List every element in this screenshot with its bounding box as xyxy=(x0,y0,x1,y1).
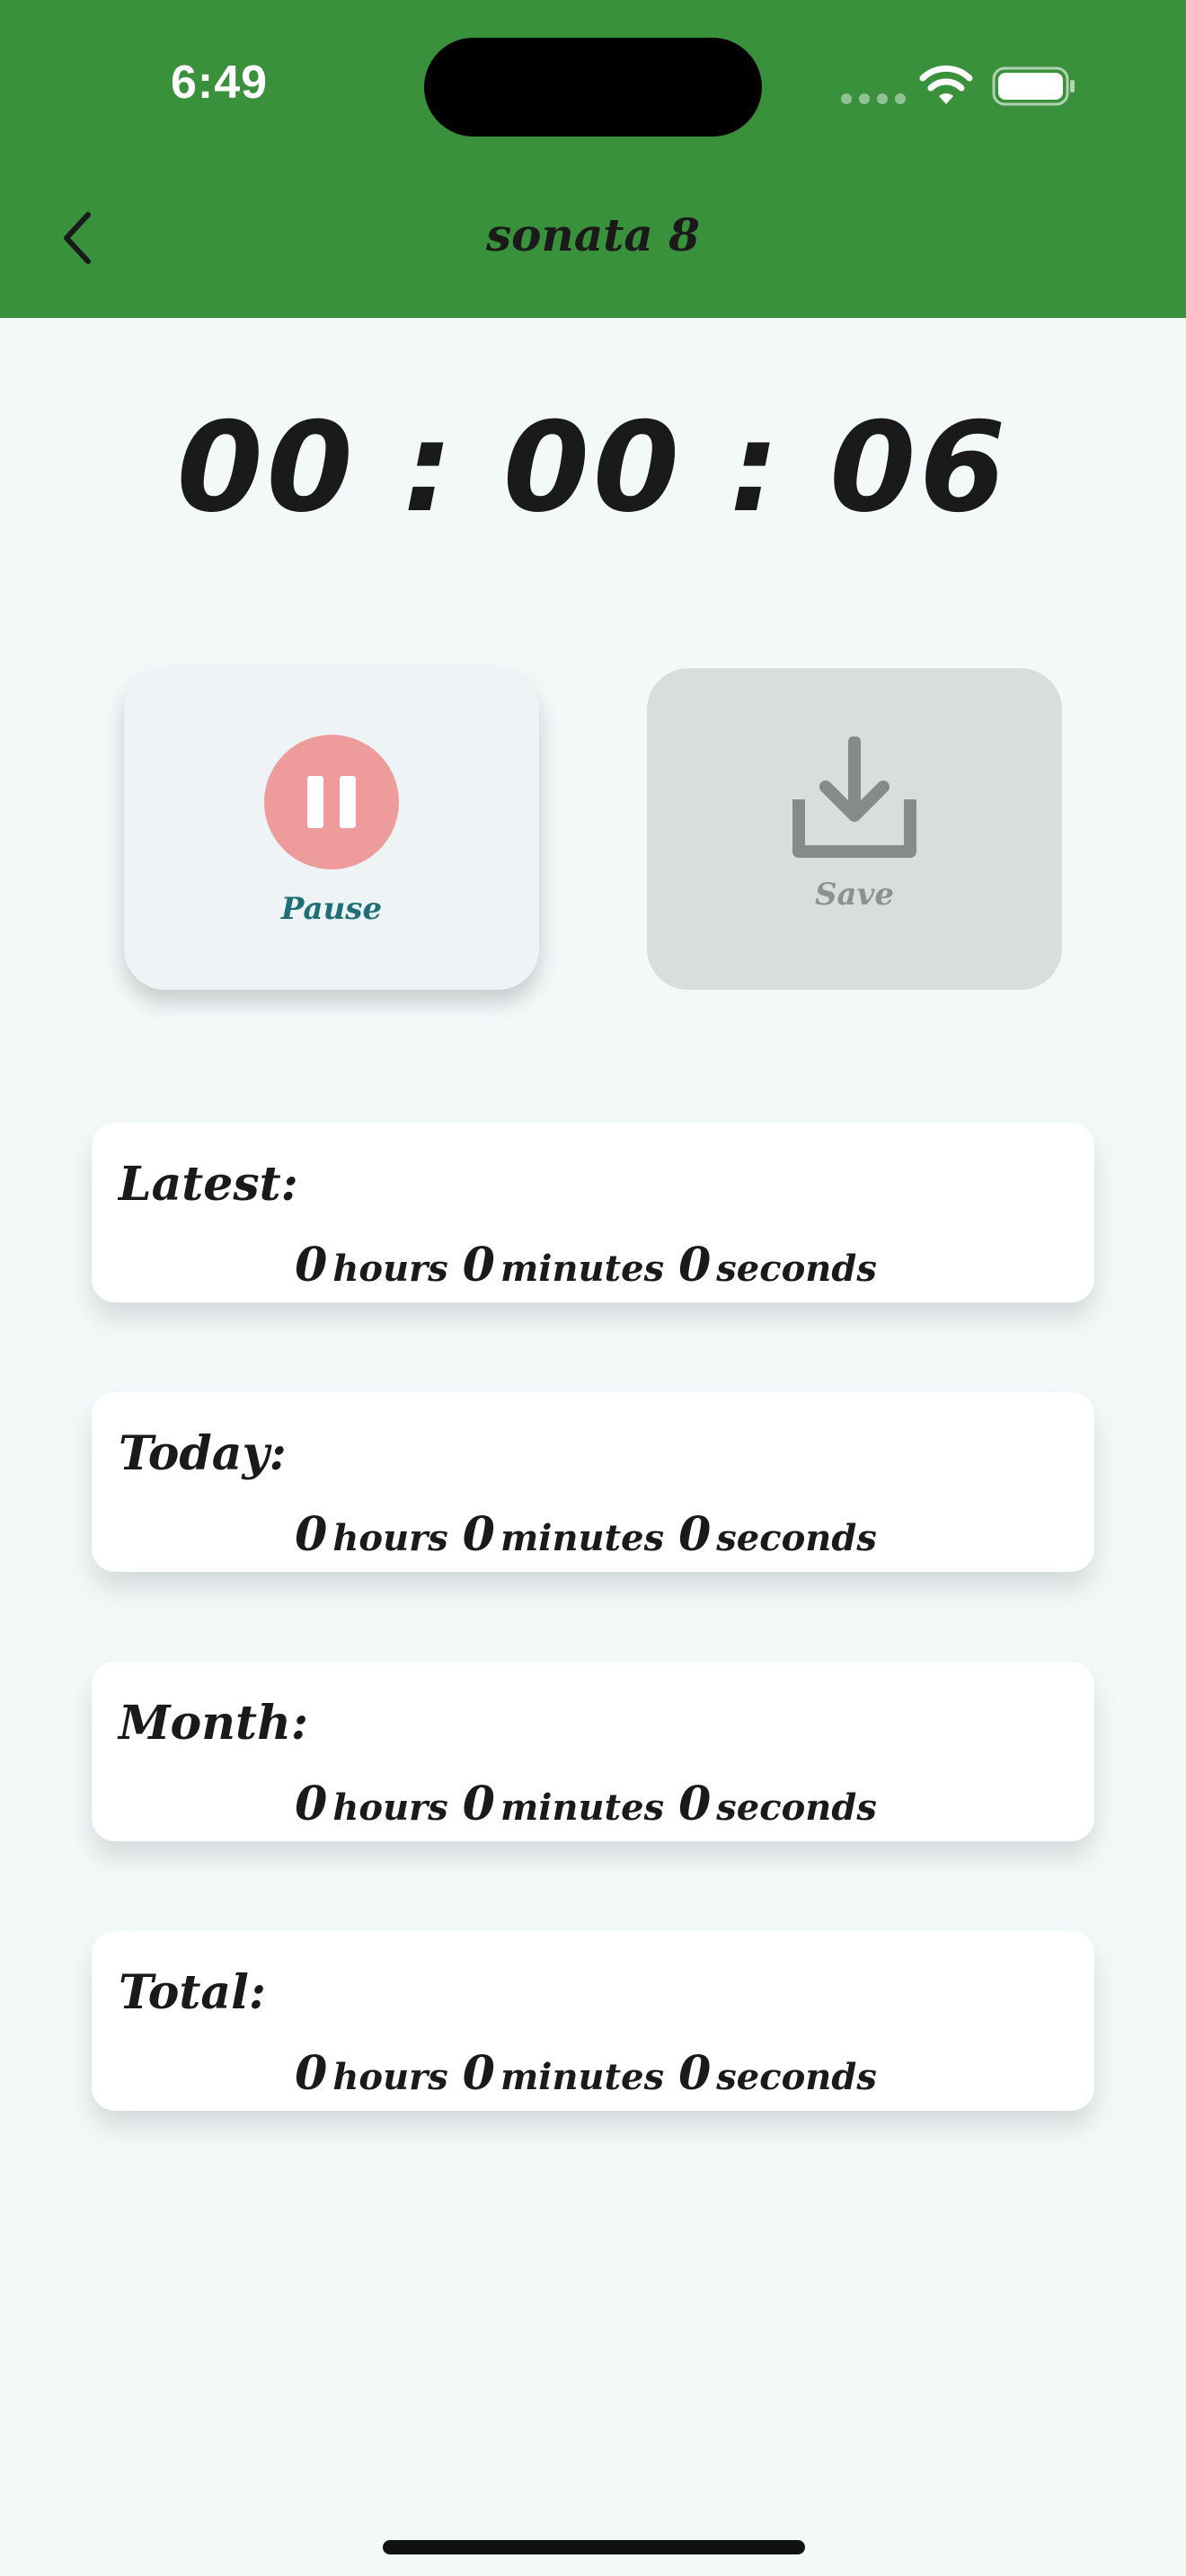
hours-value: 0 xyxy=(295,1777,328,1831)
seconds-unit: seconds xyxy=(716,1786,877,1829)
seconds-value: 0 xyxy=(678,1777,712,1831)
stat-value: 0 hours 0 minutes 0 seconds xyxy=(92,1238,1094,1292)
save-label: Save xyxy=(815,877,894,913)
seconds-value: 0 xyxy=(678,2046,712,2101)
seconds-unit: seconds xyxy=(716,2056,877,2098)
minutes-value: 0 xyxy=(462,1777,495,1831)
dynamic-island xyxy=(424,38,762,137)
wifi-icon xyxy=(919,65,973,104)
hours-value: 0 xyxy=(295,1238,328,1292)
minutes-value: 0 xyxy=(462,1507,495,1562)
app-header: 6:49 sonata 8 xyxy=(0,0,1186,318)
stat-card-month: Month: 0 hours 0 minutes 0 seconds xyxy=(92,1662,1094,1841)
minutes-unit: minutes xyxy=(500,1517,665,1559)
hours-unit: hours xyxy=(332,1517,448,1559)
page-title: sonata 8 xyxy=(486,208,700,261)
timer-display: 00 : 00 : 06 xyxy=(176,395,1010,540)
hours-unit: hours xyxy=(332,2056,448,2098)
minutes-value: 0 xyxy=(462,1238,495,1292)
minutes-unit: minutes xyxy=(500,1248,665,1290)
pause-icon xyxy=(264,735,399,869)
stat-label: Latest: xyxy=(119,1157,298,1212)
minutes-unit: minutes xyxy=(500,1786,665,1829)
hours-unit: hours xyxy=(332,1786,448,1829)
stat-value: 0 hours 0 minutes 0 seconds xyxy=(92,1507,1094,1562)
stat-card-today: Today: 0 hours 0 minutes 0 seconds xyxy=(92,1392,1094,1572)
hours-unit: hours xyxy=(332,1248,448,1290)
stat-label: Month: xyxy=(119,1696,309,1751)
download-icon xyxy=(792,737,916,858)
stat-card-latest: Latest: 0 hours 0 minutes 0 seconds xyxy=(92,1123,1094,1302)
seconds-unit: seconds xyxy=(716,1248,877,1290)
stat-card-total: Total: 0 hours 0 minutes 0 seconds xyxy=(92,1931,1094,2111)
minutes-unit: minutes xyxy=(500,2056,665,2098)
pause-button[interactable]: Pause xyxy=(124,668,539,990)
status-time: 6:49 xyxy=(171,57,269,109)
cellular-dots-icon xyxy=(841,93,906,104)
stat-label: Today: xyxy=(119,1426,287,1481)
seconds-unit: seconds xyxy=(716,1517,877,1559)
home-indicator[interactable] xyxy=(383,2540,805,2554)
minutes-value: 0 xyxy=(462,2046,495,2101)
stat-value: 0 hours 0 minutes 0 seconds xyxy=(92,2046,1094,2101)
pause-label: Pause xyxy=(280,891,383,927)
hours-value: 0 xyxy=(295,1507,328,1562)
save-button[interactable]: Save xyxy=(647,668,1062,990)
battery-icon xyxy=(992,66,1075,106)
hours-value: 0 xyxy=(295,2046,328,2101)
seconds-value: 0 xyxy=(678,1238,712,1292)
stat-value: 0 hours 0 minutes 0 seconds xyxy=(92,1777,1094,1831)
stat-label: Total: xyxy=(119,1965,267,2020)
seconds-value: 0 xyxy=(678,1507,712,1562)
